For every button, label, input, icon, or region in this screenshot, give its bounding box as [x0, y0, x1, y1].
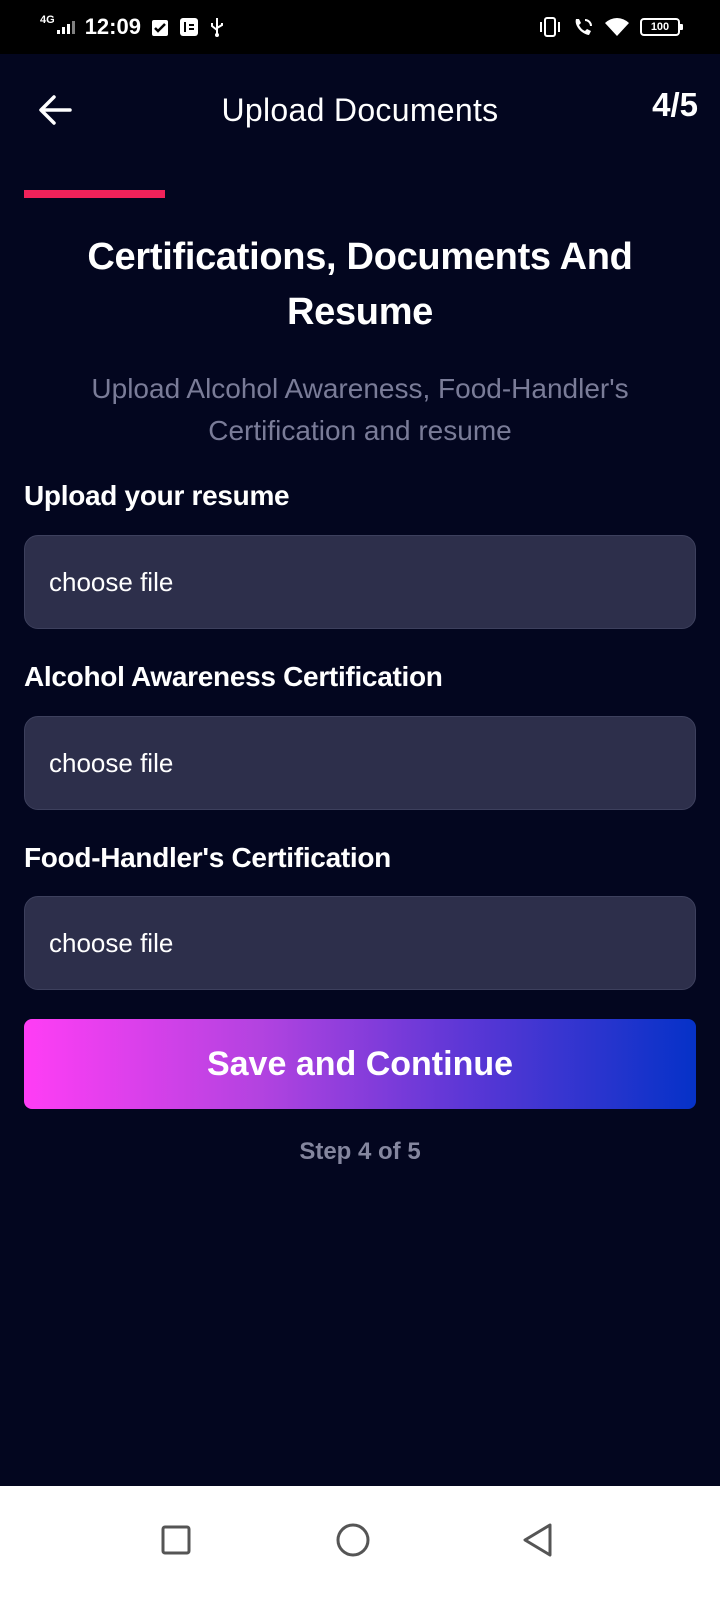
- usb-icon: [209, 16, 225, 38]
- vibrate-icon: [538, 16, 562, 38]
- nav-back-button[interactable]: [508, 1510, 568, 1570]
- home-circle-icon: [336, 1523, 370, 1557]
- battery-level: 100: [650, 21, 670, 33]
- section-title: Certifications, Documents And Resume: [87, 236, 633, 333]
- food-handler-cert-file-placeholder: choose file: [49, 927, 174, 958]
- alcohol-cert-file-input[interactable]: choose file: [24, 716, 696, 810]
- screen: 4G 12:09 100 Upload Documents 4/5 Certif…: [0, 0, 720, 1600]
- checkbox-notification-icon: [151, 17, 169, 37]
- alcohol-cert-file-placeholder: choose file: [49, 747, 174, 778]
- progress-bar-fill: [24, 190, 165, 198]
- back-triangle-icon: [523, 1523, 552, 1557]
- clock: 12:09: [84, 14, 141, 39]
- step-counter: 4/5: [652, 86, 698, 123]
- wifi-icon: [604, 17, 630, 37]
- resume-file-input[interactable]: choose file: [24, 535, 696, 629]
- section-subtitle: Upload Alcohol Awareness, Food-Handler's…: [91, 373, 629, 446]
- resume-label: Upload your resume: [24, 480, 290, 511]
- app-header: Upload Documents 4/5: [0, 54, 720, 164]
- resume-file-placeholder: choose file: [49, 566, 174, 597]
- status-bar: 4G 12:09 100: [0, 0, 720, 54]
- alcohol-cert-label: Alcohol Awareness Certification: [24, 661, 443, 692]
- page-title: Upload Documents: [221, 92, 499, 128]
- home-button[interactable]: [323, 1510, 383, 1570]
- status-right: 100: [538, 16, 683, 38]
- recents-button[interactable]: [146, 1510, 206, 1570]
- recents-square-icon: [161, 1525, 191, 1555]
- debug-icon: [179, 17, 199, 37]
- signal-icon: [56, 20, 75, 34]
- status-left: 4G 12:09: [40, 14, 225, 40]
- system-nav-bar: [0, 1486, 720, 1600]
- battery-icon: 100: [640, 18, 683, 36]
- wifi-call-icon: [572, 16, 594, 38]
- food-handler-cert-file-input[interactable]: choose file: [24, 896, 696, 990]
- progress-bar: [24, 190, 696, 198]
- network-type: 4G: [40, 14, 55, 26]
- save-and-continue-button[interactable]: Save and Continue: [24, 1019, 696, 1109]
- food-handler-cert-label: Food-Handler's Certification: [24, 842, 391, 873]
- step-indicator-text: Step 4 of 5: [299, 1138, 421, 1165]
